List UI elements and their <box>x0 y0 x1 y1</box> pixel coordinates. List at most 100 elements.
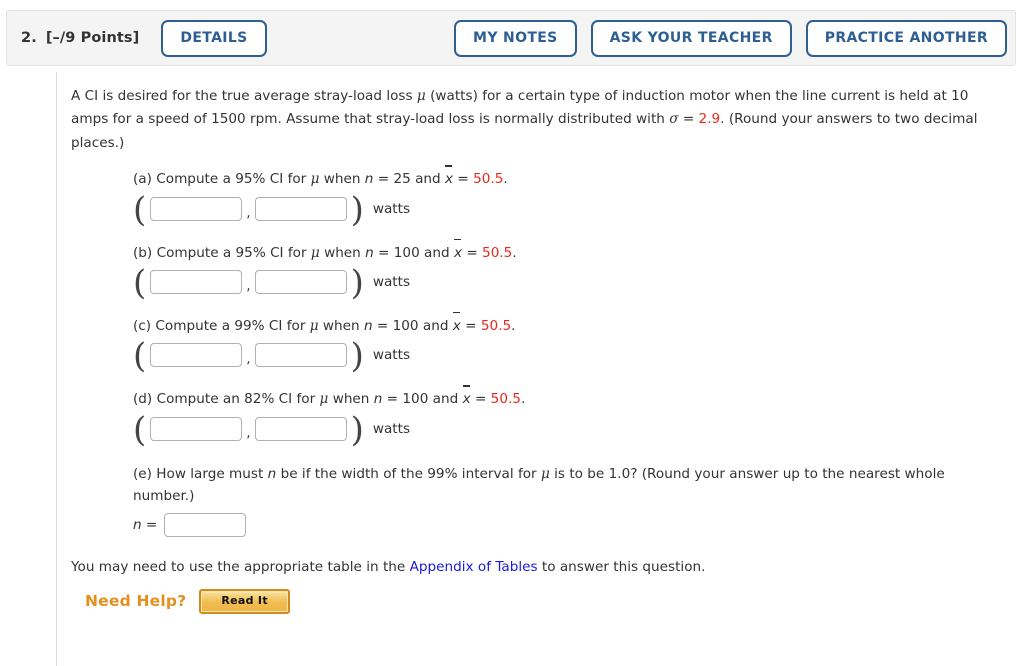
stem-text-1: A CI is desired for the true average str… <box>71 88 417 104</box>
part-c-and: and <box>418 317 453 334</box>
x-bar-symbol: x <box>452 311 461 336</box>
part-d-xbar-eq: = <box>470 391 491 408</box>
part-c-units: watts <box>372 347 411 364</box>
comma-separator: , <box>246 351 251 368</box>
part-c-period: . <box>511 317 516 334</box>
comma-separator: , <box>246 424 251 441</box>
question-body: A CI is desired for the true average str… <box>56 72 1024 666</box>
part-c-xbar-value: 50.5 <box>480 317 512 334</box>
part-b-lower-bound-input[interactable] <box>150 269 243 294</box>
part-b-label: (b) <box>133 244 153 261</box>
sigma-value: 2.9 <box>698 111 721 128</box>
part-d-text-2: when <box>328 391 374 408</box>
question-number: 2. <box>21 30 37 46</box>
part-c-n-eq: = <box>372 317 393 334</box>
part-d-period: . <box>520 391 526 408</box>
part-a-period: . <box>503 171 508 188</box>
part-d-prompt: (d) Compute an 82% CI for μ when n = 100… <box>133 385 1009 409</box>
read-it-button[interactable]: Read It <box>199 588 290 614</box>
part-a-lower-bound-input[interactable] <box>150 196 243 221</box>
part-e-text-2: be if the width of the 99% interval for <box>276 465 541 482</box>
part-a-upper-bound-input[interactable] <box>254 196 347 221</box>
stem-equals: = <box>678 111 699 128</box>
ask-your-teacher-button[interactable]: ASK YOUR TEACHER <box>590 19 792 57</box>
part-c-text-1: Compute a 99% CI for <box>151 317 310 334</box>
part-e-n-label: n = <box>133 517 157 533</box>
part-a-answer-row: ( , ) watts <box>133 189 411 230</box>
part-c-answer-row: ( , ) watts <box>133 336 411 377</box>
mu-symbol: μ <box>309 317 319 334</box>
part-a-units: watts <box>372 200 411 217</box>
part-a-n-eq: = <box>373 171 394 188</box>
part-e-n-label-text: n = <box>133 516 158 533</box>
n-symbol: n <box>267 465 277 482</box>
n-symbol: n <box>363 317 373 334</box>
part-b-n-eq: = <box>373 244 394 261</box>
part-c: (c) Compute a 99% CI for μ when n = 100 … <box>133 311 1009 377</box>
parts-list: (a) Compute a 95% CI for μ when n = 25 a… <box>71 165 1009 537</box>
part-a-text-1: Compute a 95% CI for <box>151 171 311 188</box>
appendix-note-text-2: to answer this question. <box>537 558 706 575</box>
my-notes-button[interactable]: MY NOTES <box>454 19 577 57</box>
part-b-n-value: 100 <box>393 244 420 261</box>
part-c-upper-bound-input[interactable] <box>254 343 347 368</box>
part-d-label: (d) <box>133 391 153 408</box>
part-d-lower-bound-input[interactable] <box>150 416 243 441</box>
mu-symbol: μ <box>310 244 320 261</box>
part-d-n-value: 100 <box>402 391 429 408</box>
part-b-answer-row: ( , ) watts <box>133 262 411 303</box>
part-a-xbar-eq: = <box>453 171 474 188</box>
appendix-note: You may need to use the appropriate tabl… <box>71 559 1009 575</box>
part-d-answer-row: ( , ) watts <box>133 409 411 450</box>
part-a-n-value: 25 <box>393 171 411 188</box>
part-b-period: . <box>512 244 517 261</box>
part-b-text-1: Compute a 95% CI for <box>152 244 311 261</box>
part-e: (e) How large must n be if the width of … <box>133 463 1009 537</box>
part-c-prompt: (c) Compute a 99% CI for μ when n = 100 … <box>133 311 1009 336</box>
part-a: (a) Compute a 95% CI for μ when n = 25 a… <box>133 165 1009 230</box>
need-help-label: Need Help? <box>85 592 187 611</box>
appendix-of-tables-link[interactable]: Appendix of Tables <box>410 559 538 575</box>
part-c-n-value: 100 <box>392 317 419 334</box>
need-help-row: Need Help? Read It <box>71 588 1009 614</box>
problem-statement: A CI is desired for the true average str… <box>71 85 991 155</box>
part-d-upper-bound-input[interactable] <box>254 416 347 441</box>
part-a-label: (a) <box>133 171 152 188</box>
part-e-label: (e) <box>133 465 152 482</box>
part-b-xbar-eq: = <box>462 244 483 261</box>
part-b-text-2: when <box>319 244 366 261</box>
sigma-symbol: σ <box>669 111 679 128</box>
part-e-n-input[interactable] <box>164 512 247 537</box>
part-d-n-eq: = <box>382 391 403 408</box>
comma-separator: , <box>246 204 251 221</box>
part-a-xbar-value: 50.5 <box>473 171 504 188</box>
header-actions-group: MY NOTES ASK YOUR TEACHER PRACTICE ANOTH… <box>454 19 1007 57</box>
x-bar-symbol: x <box>445 165 453 189</box>
x-bar-symbol: x <box>462 385 471 409</box>
part-d-text-1: Compute an 82% CI for <box>152 391 320 408</box>
question-points: [–/9 Points] <box>45 30 140 46</box>
part-a-prompt: (a) Compute a 95% CI for μ when n = 25 a… <box>133 165 1009 189</box>
practice-another-button[interactable]: PRACTICE ANOTHER <box>805 19 1007 57</box>
part-d-units: watts <box>372 420 411 437</box>
part-b: (b) Compute a 95% CI for μ when n = 100 … <box>133 238 1009 303</box>
part-b-xbar-value: 50.5 <box>482 244 513 261</box>
part-a-text-2: when <box>319 171 365 188</box>
part-a-and: and <box>410 171 445 188</box>
part-d-xbar-value: 50.5 <box>490 391 521 408</box>
part-c-label: (c) <box>133 317 152 334</box>
part-d: (d) Compute an 82% CI for μ when n = 100… <box>133 385 1009 450</box>
part-e-text-1: How large must <box>151 465 268 482</box>
part-c-xbar-eq: = <box>460 317 481 334</box>
question-header-bar: 2. [–/9 Points] DETAILS MY NOTES ASK YOU… <box>6 10 1016 66</box>
x-bar-symbol: x <box>453 238 462 263</box>
part-d-and: and <box>428 391 463 408</box>
details-button[interactable]: DETAILS <box>161 19 267 57</box>
part-b-prompt: (b) Compute a 95% CI for μ when n = 100 … <box>133 238 1009 263</box>
part-b-units: watts <box>372 273 411 290</box>
part-c-lower-bound-input[interactable] <box>150 343 243 368</box>
comma-separator: , <box>246 277 251 294</box>
part-b-upper-bound-input[interactable] <box>254 269 347 294</box>
part-b-and: and <box>419 244 454 261</box>
mu-symbol: μ <box>416 88 426 104</box>
